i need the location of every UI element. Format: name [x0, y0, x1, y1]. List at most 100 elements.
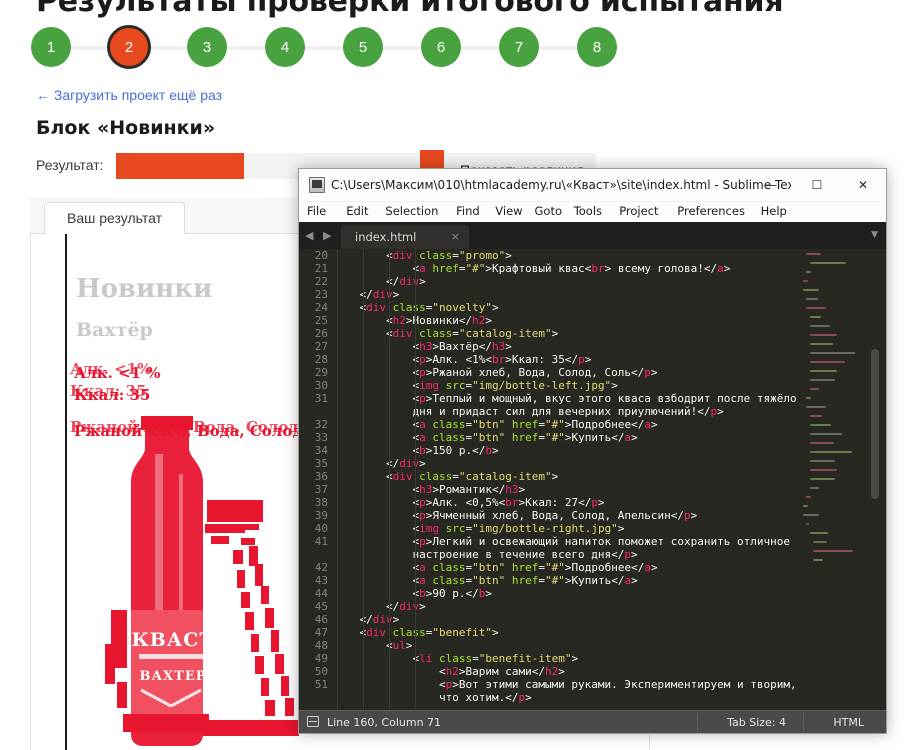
minimap-line [809, 532, 829, 534]
minimap-line [806, 406, 826, 408]
menu-file[interactable]: File [307, 204, 326, 218]
editor-tab-label: index.html [355, 230, 417, 244]
line-number: 36 [314, 470, 328, 483]
step-4[interactable]: 4 [265, 27, 305, 67]
line-number: 46 [314, 613, 328, 626]
minimap-line [806, 523, 810, 525]
minimap-line [809, 460, 836, 462]
menu-goto[interactable]: Goto [535, 204, 563, 218]
preview-heading-ghost: Новинки [76, 274, 213, 304]
code-line: <p>Ржаной хлеб, Вода, Солод, Соль</p> [412, 366, 658, 379]
sublime-text-window[interactable]: C:\Users\Максим\010\htmlacademy.ru\«Квас… [298, 168, 887, 734]
code-line: <img src="img/bottle-left.jpg"> [412, 379, 618, 392]
code-line: </div> [385, 600, 426, 613]
step-1[interactable]: 1 [31, 27, 71, 67]
step-label: 6 [436, 38, 446, 56]
maximize-button[interactable]: ☐ [794, 169, 840, 201]
status-separator [697, 713, 698, 732]
menu-view[interactable]: View [495, 204, 522, 218]
line-number [299, 548, 333, 561]
syntax-mode-indicator[interactable]: HTML [833, 716, 864, 729]
step-2[interactable]: 2 [107, 25, 151, 69]
step-label: 2 [124, 38, 134, 56]
minimap-line [812, 541, 828, 543]
editor-tab-index-html[interactable]: index.html × [341, 225, 469, 249]
preview-diff-line: Ккал: 35 [74, 386, 151, 404]
minimap-line [806, 253, 821, 255]
sublime-tabbar[interactable]: ◀ ▶ index.html × ▼ [299, 222, 886, 249]
close-button[interactable]: ✕ [840, 169, 886, 201]
block-title: Блок «Новинки» [36, 117, 216, 139]
line-number: 22 [314, 275, 328, 288]
step-label: 3 [202, 38, 212, 56]
reload-project-link[interactable]: ← Загрузить проект ещё раз [36, 87, 222, 103]
menu-tools[interactable]: Tools [574, 204, 602, 218]
code-line: <div class="novelty"> [360, 301, 499, 314]
menu-preferences[interactable]: Preferences [677, 204, 745, 218]
sublime-menubar[interactable]: File Edit Selection Find View Goto Tools Projec… [299, 202, 886, 222]
code-line: <div class="catalog-item"> [386, 470, 559, 483]
sublime-editor[interactable]: 20 21 22 23 24 25 26 27 28 29 30 31 32 33 34 35 36 37 38 39… [299, 249, 886, 710]
minimap-line [809, 442, 834, 444]
code-content[interactable]: <div class="promo"> <a href="#">Крафтовы… [333, 249, 796, 710]
sublime-titlebar[interactable]: C:\Users\Максим\010\htmlacademy.ru\«Квас… [299, 169, 886, 202]
tab-nav-arrows-icon[interactable]: ◀ ▶ [305, 229, 334, 242]
step-8[interactable]: 8 [577, 27, 617, 67]
step-6[interactable]: 6 [421, 27, 461, 67]
step-7[interactable]: 7 [499, 27, 539, 67]
line-number: 33 [314, 431, 328, 444]
sidebar-toggle-icon[interactable] [307, 716, 319, 727]
code-line: <h2>Новинки</h2> [386, 314, 492, 327]
editor-tab-close-icon[interactable]: × [451, 230, 460, 243]
step-label: 5 [358, 38, 368, 56]
tab-overflow-menu-icon[interactable]: ▼ [871, 230, 878, 240]
menu-selection[interactable]: Selection [385, 204, 438, 218]
cursor-position: Line 160, Column 71 [327, 716, 442, 729]
code-line: <p>Легкий и освежающий напиток поможет с… [412, 535, 790, 548]
code-line: <ul> [386, 639, 413, 652]
minimap-line [809, 352, 855, 354]
line-number: 26 [314, 327, 328, 340]
code-line: <p>Алк. <1%<br>Ккал: 35</p> [412, 353, 592, 366]
bottle-label-top-text: КВАСТ [131, 629, 214, 651]
line-number: 35 [314, 457, 328, 470]
line-number: 20 [314, 249, 328, 262]
menu-edit[interactable]: Edit [346, 204, 368, 218]
bottle-label-bottom-text: ВАХТЕР [139, 669, 206, 684]
code-line: что хотим.</p> [438, 691, 532, 704]
minimap-line [809, 487, 819, 489]
minimap-line [809, 388, 820, 390]
step-5[interactable]: 5 [343, 27, 383, 67]
minimap-line [803, 289, 819, 291]
code-line: <h3>Романтик</h3> [412, 483, 526, 496]
minimap-line [803, 280, 808, 282]
step-3[interactable]: 3 [187, 27, 227, 67]
tab-your-result[interactable]: Ваш результат [44, 202, 185, 234]
code-minimap[interactable] [796, 249, 886, 710]
preview-edge-rule [65, 234, 67, 750]
indent-guide [337, 249, 338, 710]
line-number: 24 [314, 301, 328, 314]
code-line: <p>Ячменный хлеб, Вода, Солод, Апельсин<… [412, 509, 698, 522]
line-number: 29 [314, 366, 328, 379]
minimap-scrollbar[interactable] [871, 349, 879, 499]
code-line: <h3>Вахтёр</h3> [412, 340, 512, 353]
code-line: <li class="benefit-item"> [412, 652, 579, 665]
minimap-line [806, 271, 811, 273]
line-number: 30 [314, 379, 328, 392]
sublime-window-title: C:\Users\Максим\010\htmlacademy.ru\«Квас… [331, 178, 791, 192]
line-number: 21 [314, 262, 328, 275]
line-number: 43 [314, 574, 328, 587]
menu-help[interactable]: Help [761, 204, 787, 218]
menu-project[interactable]: Project [619, 204, 658, 218]
menu-find[interactable]: Find [456, 204, 480, 218]
sublime-statusbar: Line 160, Column 71 Tab Size: 4 HTML [299, 710, 886, 733]
minimap-line [809, 469, 838, 471]
code-line: </div> [385, 275, 426, 288]
sublime-app-icon [309, 177, 325, 193]
line-number: 51 [314, 678, 328, 691]
minimap-line [806, 307, 826, 309]
minimize-button[interactable]: — [748, 169, 794, 201]
line-number: 41 [314, 535, 328, 548]
tab-size-indicator[interactable]: Tab Size: 4 [727, 716, 786, 729]
